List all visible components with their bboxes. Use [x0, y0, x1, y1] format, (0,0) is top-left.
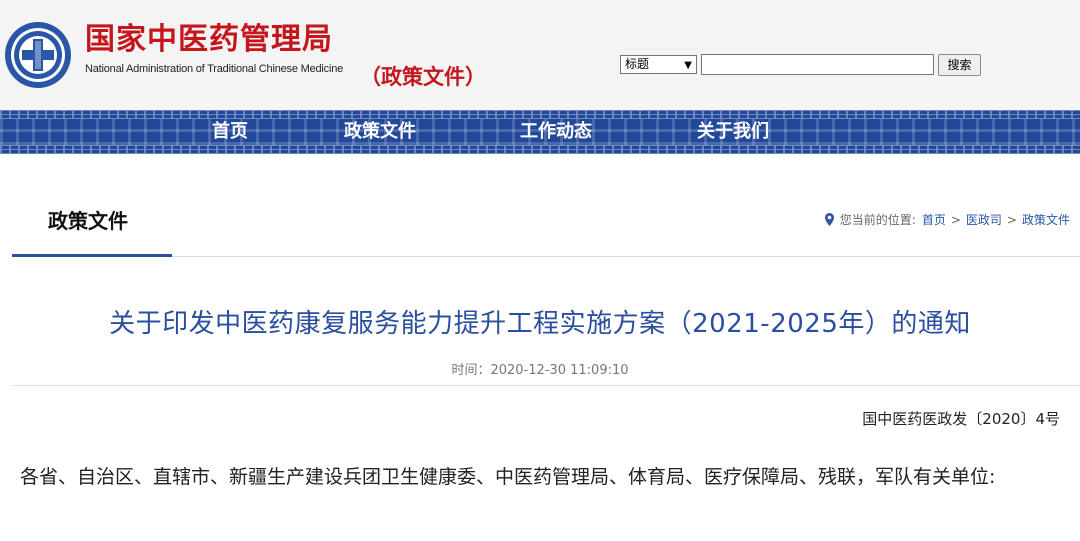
- nav-pattern-bottom: [0, 145, 1080, 154]
- site-header: 国家中医药管理局 National Administration of Trad…: [0, 0, 1080, 110]
- breadcrumb-separator: >: [1006, 212, 1017, 227]
- column-title: 政策文件: [48, 209, 128, 233]
- breadcrumb-item-department[interactable]: 医政司: [966, 211, 1002, 228]
- column-divider: [12, 256, 1080, 257]
- search-field-select[interactable]: 标题 ▼: [620, 55, 697, 74]
- article-meta-divider: [12, 385, 1080, 386]
- main-nav: 首页 政策文件 工作动态 关于我们: [0, 110, 1080, 154]
- site-title[interactable]: 国家中医药管理局: [85, 23, 333, 57]
- location-pin-icon: [824, 213, 834, 226]
- nav-item-news[interactable]: 工作动态: [520, 121, 592, 143]
- breadcrumb-item-home[interactable]: 首页: [922, 211, 946, 228]
- breadcrumb: 您当前的位置: 首页 > 医政司 > 政策文件: [824, 211, 1070, 228]
- nav-item-about[interactable]: 关于我们: [697, 121, 769, 143]
- breadcrumb-item-policy[interactable]: 政策文件: [1022, 211, 1070, 228]
- breadcrumb-prefix: 您当前的位置:: [839, 213, 916, 227]
- nav-item-policy[interactable]: 政策文件: [344, 121, 416, 143]
- section-tag: （政策文件）: [360, 65, 486, 89]
- search-input[interactable]: [701, 54, 934, 75]
- document-number: 国中医药医政发〔2020〕4号: [862, 410, 1060, 428]
- search-field-selected: 标题: [625, 57, 650, 71]
- article-recipients: 各省、自治区、直辖市、新疆生产建设兵团卫生健康委、中医药管理局、体育局、医疗保障…: [20, 466, 996, 488]
- article-timestamp: 时间：2020-12-30 11:09:10: [451, 363, 629, 378]
- column-title-underline: [12, 254, 172, 257]
- search-button[interactable]: 搜索: [938, 54, 981, 76]
- article-title: 关于印发中医药康复服务能力提升工程实施方案（2021-2025年）的通知: [109, 309, 971, 339]
- nav-item-home[interactable]: 首页: [212, 121, 248, 143]
- nav-pattern-top: [0, 110, 1080, 119]
- breadcrumb-separator: >: [950, 212, 961, 227]
- chevron-down-icon: ▼: [684, 60, 692, 71]
- emblem-logo[interactable]: [4, 21, 72, 89]
- site-subtitle: National Administration of Traditional C…: [85, 63, 344, 75]
